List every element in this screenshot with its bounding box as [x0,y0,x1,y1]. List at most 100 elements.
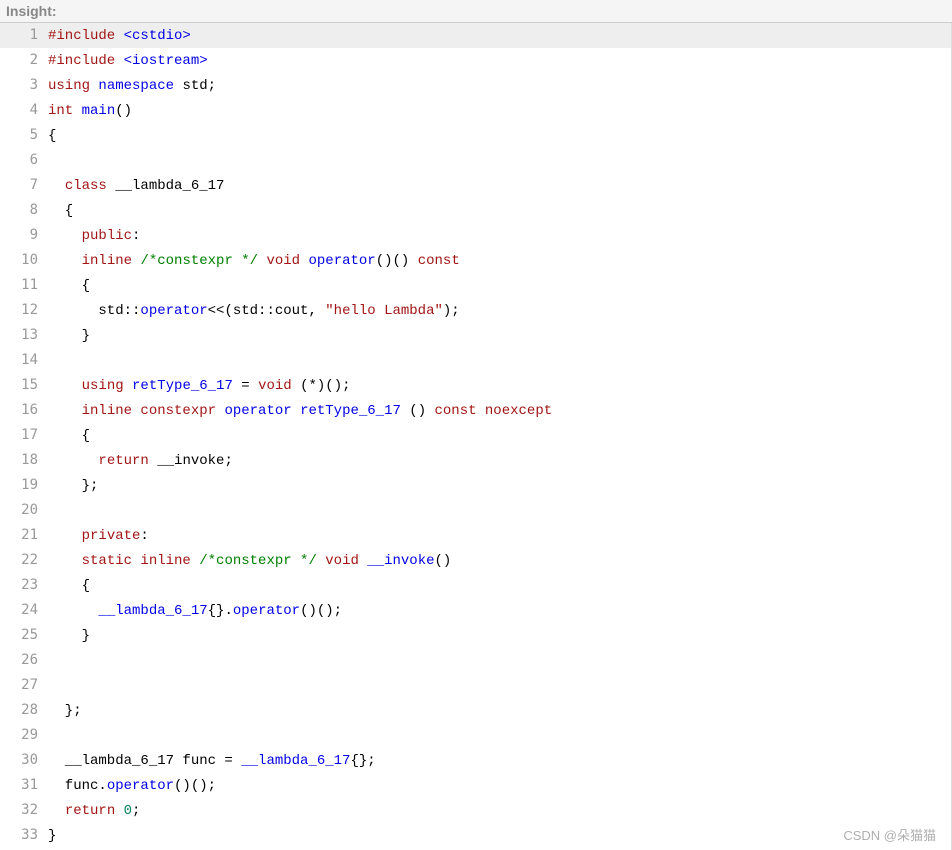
code-line[interactable]: 6 [0,148,951,173]
code-content[interactable]: func.operator()(); [48,774,951,798]
token: __lambda_6_17 [98,603,207,619]
code-content[interactable]: { [48,574,951,598]
code-content[interactable]: { [48,124,951,148]
code-line[interactable]: 16 inline constexpr operator retType_6_1… [0,398,951,423]
code-line[interactable]: 8 { [0,198,951,223]
token: ; [132,803,140,819]
insight-panel: Insight: 1#include <cstdio>2#include <io… [0,0,952,850]
token [48,553,82,569]
code-line[interactable]: 23 { [0,573,951,598]
code-content[interactable]: #include <iostream> [48,49,951,73]
code-content[interactable]: { [48,199,951,223]
code-line[interactable]: 27 [0,673,951,698]
token: : [132,228,140,244]
line-number: 7 [0,173,48,197]
code-content[interactable]: __lambda_6_17 func = __lambda_6_17{}; [48,749,951,773]
line-number: 12 [0,298,48,322]
code-line[interactable]: 29 [0,723,951,748]
code-line[interactable]: 31 func.operator()(); [0,773,951,798]
code-line[interactable]: 28 }; [0,698,951,723]
code-line[interactable]: 25 } [0,623,951,648]
panel-title: Insight: [0,0,952,23]
code-content[interactable]: private: [48,524,951,548]
code-line[interactable]: 5{ [0,123,951,148]
code-content[interactable]: using namespace std; [48,74,951,98]
code-content[interactable]: return __invoke; [48,449,951,473]
code-content[interactable]: } [48,824,951,848]
code-content[interactable] [48,649,951,673]
line-number: 1 [0,23,48,47]
token: operator [308,253,375,269]
code-content[interactable]: #include <cstdio> [48,24,951,48]
code-line[interactable]: 21 private: [0,523,951,548]
code-content[interactable]: { [48,274,951,298]
code-line[interactable]: 30 __lambda_6_17 func = __lambda_6_17{}; [0,748,951,773]
token: { [48,278,90,294]
code-content[interactable]: __lambda_6_17{}.operator()(); [48,599,951,623]
line-number: 25 [0,623,48,647]
code-content[interactable]: public: [48,224,951,248]
code-content[interactable]: }; [48,699,951,723]
token: return [98,453,148,469]
code-content[interactable]: }; [48,474,951,498]
code-content[interactable]: static inline /*constexpr */ void __invo… [48,549,951,573]
code-line[interactable]: 12 std::operator<<(std::cout, "hello Lam… [0,298,951,323]
token: inline constexpr [82,403,216,419]
token: { [48,128,56,144]
code-content[interactable]: using retType_6_17 = void (*)(); [48,374,951,398]
line-number: 4 [0,98,48,122]
token [48,403,82,419]
token [48,153,65,169]
code-line[interactable]: 26 [0,648,951,673]
code-content[interactable] [48,724,951,748]
line-number: 26 [0,648,48,672]
code-line[interactable]: 2#include <iostream> [0,48,951,73]
code-line[interactable]: 15 using retType_6_17 = void (*)(); [0,373,951,398]
token: __invoke [367,553,434,569]
code-line[interactable]: 4int main() [0,98,951,123]
code-line[interactable]: 1#include <cstdio> [0,23,951,48]
code-content[interactable]: { [48,424,951,448]
code-line[interactable]: 9 public: [0,223,951,248]
code-content[interactable]: inline constexpr operator retType_6_17 (… [48,399,951,423]
code-line[interactable]: 11 { [0,273,951,298]
code-content[interactable] [48,149,951,173]
code-line[interactable]: 14 [0,348,951,373]
token: <iostream> [124,53,208,69]
code-content[interactable]: int main() [48,99,951,123]
token: { [48,578,90,594]
code-content[interactable] [48,349,951,373]
token: ()() [376,253,418,269]
code-line[interactable]: 18 return __invoke; [0,448,951,473]
code-content[interactable]: std::operator<<(std::cout, "hello Lambda… [48,299,951,323]
token [292,403,300,419]
code-line[interactable]: 7 class __lambda_6_17 [0,173,951,198]
code-line[interactable]: 19 }; [0,473,951,498]
token [48,503,82,519]
code-content[interactable]: } [48,324,951,348]
token: __lambda_6_17 func = [48,753,241,769]
code-content[interactable]: class __lambda_6_17 [48,174,951,198]
token: func. [48,778,107,794]
code-line[interactable]: 10 inline /*constexpr */ void operator()… [0,248,951,273]
token: ); [443,303,460,319]
code-line[interactable]: 20 [0,498,951,523]
code-content[interactable]: } [48,624,951,648]
token: {}. [208,603,233,619]
code-content[interactable]: inline /*constexpr */ void operator()() … [48,249,951,273]
token [48,453,98,469]
code-line[interactable]: 17 { [0,423,951,448]
code-line[interactable]: 13 } [0,323,951,348]
token: const noexcept [435,403,553,419]
code-content[interactable] [48,674,951,698]
code-line[interactable]: 32 return 0; [0,798,951,823]
code-line[interactable]: 3using namespace std; [0,73,951,98]
code-line[interactable]: 33} [0,823,951,848]
code-content[interactable] [48,499,951,523]
token [317,553,325,569]
code-line[interactable]: 24 __lambda_6_17{}.operator()(); [0,598,951,623]
line-number: 27 [0,673,48,697]
code-content[interactable]: return 0; [48,799,951,823]
code-editor[interactable]: 1#include <cstdio>2#include <iostream>3u… [0,23,951,850]
code-line[interactable]: 22 static inline /*constexpr */ void __i… [0,548,951,573]
